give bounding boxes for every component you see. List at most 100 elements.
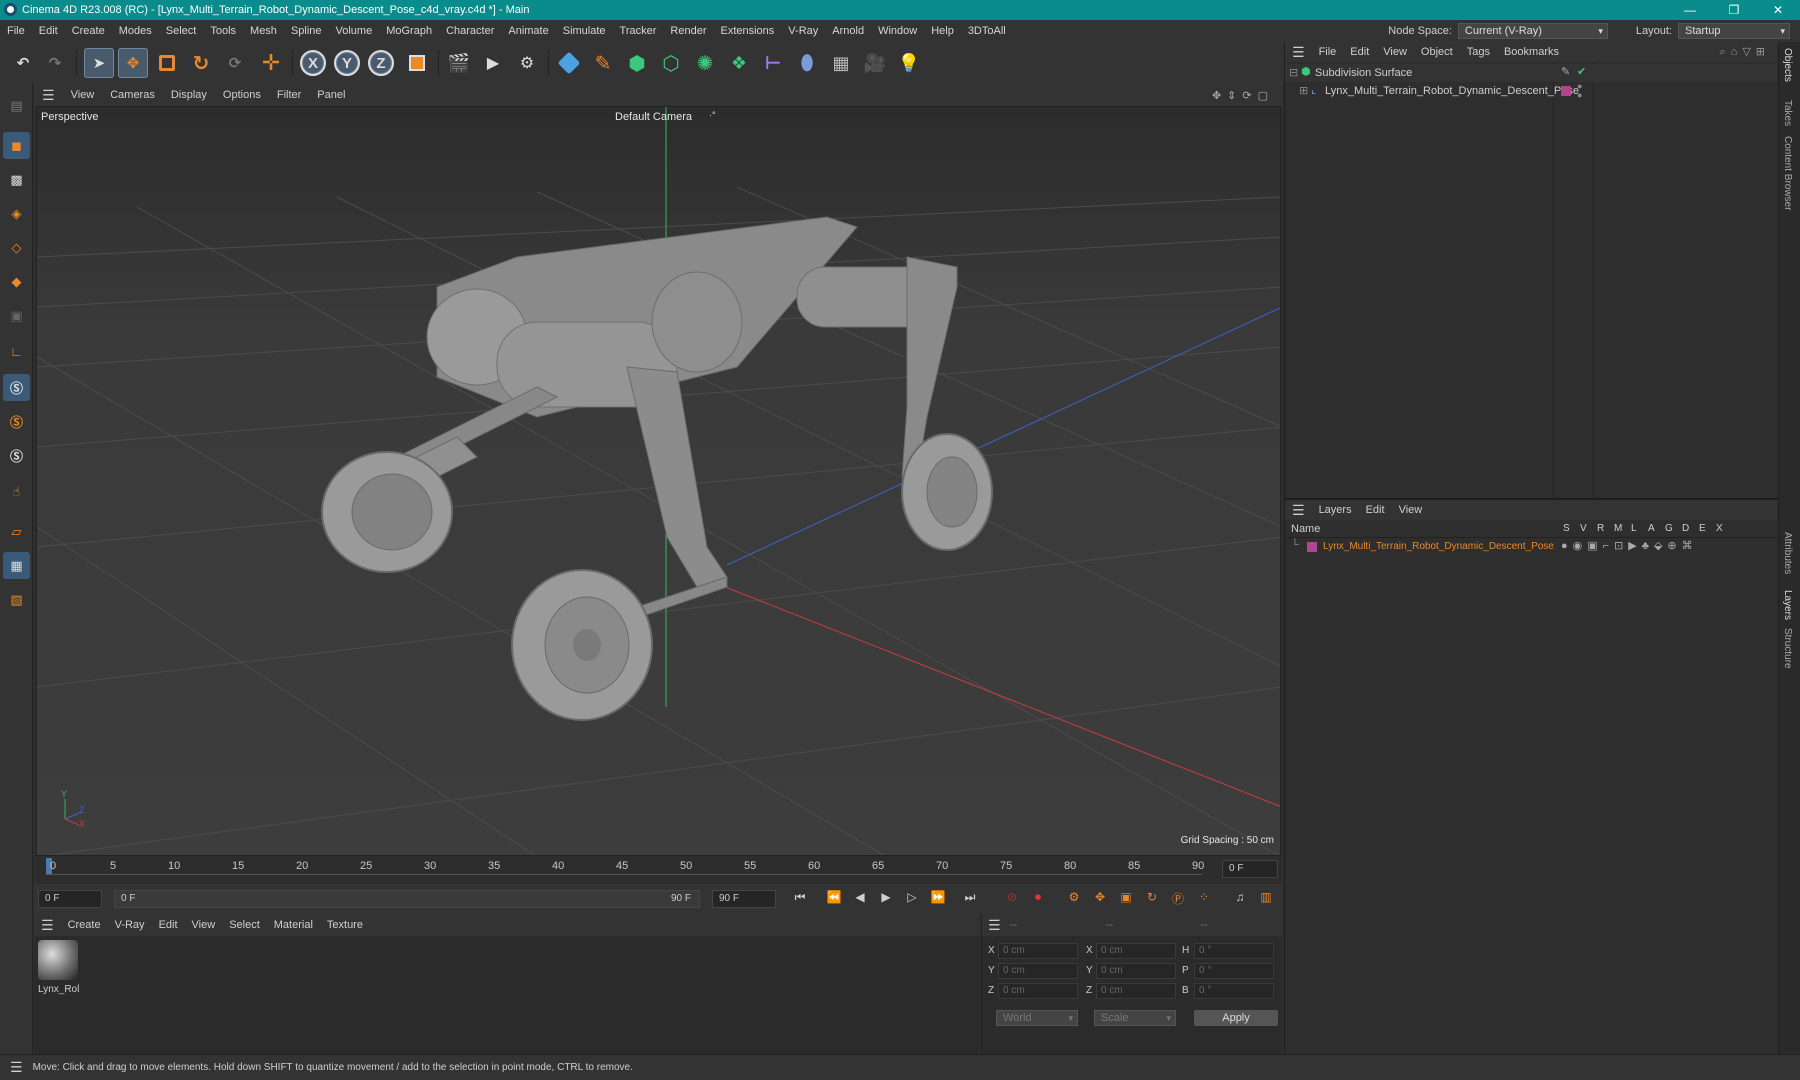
menu-volume[interactable]: Volume [329,25,380,37]
transform-icon[interactable]: ⟳ [220,48,250,78]
menu-3dtoall[interactable]: 3DToAll [961,25,1013,37]
tab-structure[interactable]: Structure [1782,628,1793,669]
object-menu-bookmarks[interactable]: Bookmarks [1497,46,1566,58]
hamburger-icon[interactable]: ☰ [988,917,1001,934]
menu-file[interactable]: File [0,25,32,37]
edit-tag-icon[interactable]: ✎ [1561,65,1570,78]
menu-extensions[interactable]: Extensions [713,25,781,37]
rotation-p-field[interactable]: 0 ° [1194,963,1274,979]
hamburger-icon[interactable]: ☰ [34,917,61,934]
cube-icon[interactable] [554,48,584,78]
timeline-window-icon[interactable]: ♫ [1230,890,1250,908]
next-key-icon[interactable]: ⏩ [928,890,948,908]
maximize-button[interactable]: ❐ [1712,0,1756,20]
layer-menu-view[interactable]: View [1392,504,1430,516]
make-editable-icon[interactable]: ▤ [3,92,30,119]
menu-select[interactable]: Select [159,25,204,37]
material-menu-vray[interactable]: V-Ray [108,919,152,931]
autokey-icon[interactable]: ⏺ [1028,890,1048,908]
axis-z-lock-button[interactable]: Z [368,50,394,76]
camera-icon[interactable]: 🎥 [860,48,890,78]
key-pla-icon[interactable]: ⁘ [1194,890,1214,908]
size-z-field[interactable]: 0 cm [1096,983,1176,999]
material-name[interactable]: Lynx_Rol [38,984,79,995]
axis-mode-icon[interactable]: ∟ [3,338,30,365]
deformer-icon[interactable]: ⊢ [758,48,788,78]
viewport-menu-filter[interactable]: Filter [269,89,309,101]
material-menu-view[interactable]: View [185,919,223,931]
scale-icon[interactable] [152,48,182,78]
object-menu-tags[interactable]: Tags [1460,46,1497,58]
coord-transform-dropdown[interactable]: Scale ▾ [1094,1010,1176,1026]
next-frame-icon[interactable]: ▷ [902,890,922,908]
floor-icon[interactable]: ▦ [826,48,856,78]
grid-icon[interactable]: ▦ [3,552,30,579]
menu-tools[interactable]: Tools [203,25,243,37]
viewport-menu-view[interactable]: View [63,89,103,101]
workplane-icon[interactable]: ▱ [3,518,30,545]
tab-layers[interactable]: Layers [1782,590,1793,620]
viewport-menu-display[interactable]: Display [163,89,215,101]
points-mode-icon[interactable]: ◈ [3,200,30,227]
record-icon[interactable]: ⊘ [1002,890,1022,908]
render-view-icon[interactable]: 🎬 [444,48,474,78]
rotation-b-field[interactable]: 0 ° [1194,983,1274,999]
go-to-end-icon[interactable]: ⏭ [960,890,980,908]
timeline-ruler[interactable]: 0 5 10 15 20 25 30 35 40 45 50 55 60 65 … [34,856,1282,884]
hamburger-icon[interactable]: ☰ [34,87,63,104]
object-menu-file[interactable]: File [1312,46,1344,58]
render-picture-viewer-icon[interactable]: ▶ [478,48,508,78]
size-x-field[interactable]: 0 cm [1096,943,1176,959]
close-button[interactable]: ✕ [1756,0,1800,20]
object-menu-object[interactable]: Object [1414,46,1460,58]
layer-menu-layers[interactable]: Layers [1312,504,1359,516]
cloner-icon[interactable]: ✺ [690,48,720,78]
tab-takes[interactable]: Takes [1782,100,1793,126]
mograph-icon[interactable]: ❖ [724,48,754,78]
dope-sheet-icon[interactable]: ▥ [1256,890,1276,908]
redo-icon[interactable]: ↷ [40,48,70,78]
tab-attributes[interactable]: Attributes [1782,532,1793,574]
layer-menu-edit[interactable]: Edit [1359,504,1392,516]
menu-help[interactable]: Help [924,25,961,37]
expand-icon[interactable]: ⊟ [1289,66,1298,79]
hamburger-icon[interactable]: ☰ [1285,44,1312,61]
minimize-button[interactable]: — [1668,0,1712,20]
menu-simulate[interactable]: Simulate [556,25,613,37]
light-icon[interactable]: 💡 [894,48,924,78]
pen-spline-icon[interactable]: ✎ [588,48,618,78]
apply-button[interactable]: Apply [1194,1010,1278,1026]
object-manager-tool-icons[interactable]: ⌕⌂▽⊞ [1720,45,1770,59]
texture-mode-icon[interactable]: ▩ [3,166,30,193]
menu-edit[interactable]: Edit [32,25,65,37]
menu-render[interactable]: Render [663,25,713,37]
play-icon[interactable]: ▶ [876,890,896,908]
position-y-field[interactable]: 0 cm [998,963,1078,979]
quantize-icon[interactable]: Ⓢ [3,442,30,469]
menu-create[interactable]: Create [65,25,112,37]
layout-dropdown[interactable]: Startup ▾ [1678,23,1790,39]
material-menu-edit[interactable]: Edit [152,919,185,931]
menu-vray[interactable]: V-Ray [781,25,825,37]
key-parameter-icon[interactable]: Ⓟ [1168,890,1188,908]
enabled-check-icon[interactable]: ✔ [1577,65,1586,78]
key-scale-icon[interactable]: ▣ [1116,890,1136,908]
field-icon[interactable]: ⬮ [792,48,822,78]
node-space-dropdown[interactable]: Current (V-Ray) ▾ [1457,23,1608,39]
layer-row[interactable]: └ Lynx_Multi_Terrain_Robot_Dynamic_Desce… [1285,538,1778,556]
go-to-start-icon[interactable]: ⏮ [790,890,810,908]
object-name[interactable]: Lynx_Multi_Terrain_Robot_Dynamic_Descent… [1325,85,1579,97]
polygons-mode-icon[interactable]: ◆ [3,268,30,295]
menu-window[interactable]: Window [871,25,924,37]
live-selection-icon[interactable]: ✛ [256,48,286,78]
camera-label[interactable]: Default Camera [615,111,692,123]
extrude-icon[interactable]: ⬡ [656,48,686,78]
select-arrow-icon[interactable]: ➤ [84,48,114,78]
menu-modes[interactable]: Modes [112,25,159,37]
key-position-icon[interactable]: ✥ [1090,890,1110,908]
keyframe-selection-icon[interactable]: ⚙ [1064,890,1084,908]
edges-mode-icon[interactable]: ◇ [3,234,30,261]
move-icon[interactable]: ✥ [118,48,148,78]
layer-color-swatch[interactable] [1307,542,1317,552]
size-y-field[interactable]: 0 cm [1096,963,1176,979]
